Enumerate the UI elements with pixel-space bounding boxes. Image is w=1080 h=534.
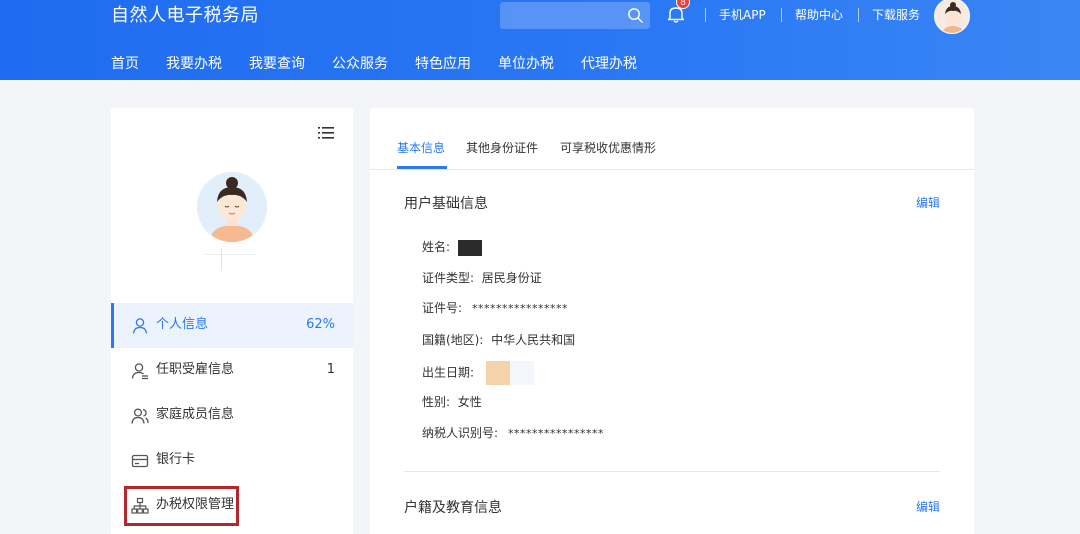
profile-content: 基本信息 其他身份证件 可享税收优惠情形 用户基础信息 编辑 姓名: 证件类型:… bbox=[370, 108, 974, 534]
edit-household-button[interactable]: 编辑 bbox=[916, 498, 940, 516]
search-icon[interactable] bbox=[627, 7, 644, 24]
field-value: 居民身份证 bbox=[481, 271, 542, 285]
field-label: 证件类型: bbox=[422, 271, 475, 285]
field-label: 出生日期: bbox=[422, 365, 475, 380]
download-service-link[interactable]: 下载服务 bbox=[872, 7, 920, 23]
avatar-illustration-icon bbox=[197, 172, 267, 242]
field-taxpayer-id: 纳税人识别号: **************** bbox=[422, 424, 604, 443]
nav-featured-apps[interactable]: 特色应用 bbox=[415, 54, 471, 74]
field-label: 纳税人识别号: bbox=[422, 426, 499, 440]
completion-percent: 62% bbox=[306, 317, 335, 332]
field-value: 女性 bbox=[457, 395, 482, 409]
avatar-illustration-icon bbox=[935, 0, 969, 33]
section-title-basic: 用户基础信息 bbox=[404, 196, 488, 212]
nav-unit-tax[interactable]: 单位办税 bbox=[498, 54, 554, 74]
top-header: 自然人电子税务局 8 手机APP 帮助中心 下载服务 首页 我要办税 我要查询 … bbox=[0, 0, 1080, 80]
user-avatar[interactable] bbox=[934, 0, 970, 34]
active-tab-indicator bbox=[397, 166, 447, 169]
field-label: 性别: bbox=[422, 395, 451, 409]
field-gender: 性别: 女性 bbox=[422, 393, 482, 411]
name-placeholder-tick bbox=[221, 248, 222, 270]
tab-basic-info[interactable]: 基本信息 bbox=[397, 139, 445, 157]
tab-tax-benefits[interactable]: 可享税收优惠情形 bbox=[560, 139, 656, 157]
user-employment-icon bbox=[131, 363, 148, 380]
nav-do-tax[interactable]: 我要办税 bbox=[166, 54, 222, 74]
redacted-birth-date bbox=[510, 361, 535, 385]
field-nationality: 国籍(地区): 中华人民共和国 bbox=[422, 331, 575, 349]
family-icon bbox=[131, 408, 149, 424]
menu-list-icon[interactable] bbox=[318, 126, 334, 140]
field-id-number: 证件号: **************** bbox=[422, 299, 568, 318]
mobile-app-link[interactable]: 手机APP bbox=[719, 7, 766, 23]
nav-agent-tax[interactable]: 代理办税 bbox=[581, 54, 637, 74]
section-divider bbox=[404, 471, 940, 472]
bank-card-icon bbox=[131, 454, 149, 468]
field-id-type: 证件类型: 居民身份证 bbox=[422, 269, 542, 287]
header-separator bbox=[781, 8, 782, 22]
field-name: 姓名: bbox=[422, 238, 483, 256]
sidebar-item-label: 个人信息 bbox=[156, 317, 209, 332]
search-input[interactable] bbox=[508, 5, 623, 26]
sidebar-item-label: 家庭成员信息 bbox=[156, 407, 235, 422]
help-center-link[interactable]: 帮助中心 bbox=[795, 7, 843, 23]
sidebar-item-label: 银行卡 bbox=[156, 452, 196, 467]
site-brand[interactable]: 自然人电子税务局 bbox=[111, 4, 259, 28]
sidebar-item-bank-card[interactable]: 银行卡 bbox=[111, 438, 353, 483]
header-separator bbox=[858, 8, 859, 22]
sidebar-item-family[interactable]: 家庭成员信息 bbox=[111, 393, 353, 438]
field-value: **************** bbox=[472, 302, 569, 315]
field-value: 中华人民共和国 bbox=[491, 333, 576, 347]
field-birth-date: 出生日期: bbox=[422, 361, 535, 385]
redacted-birth-date bbox=[486, 361, 511, 385]
sidebar-item-personal-info[interactable]: 个人信息 62% bbox=[111, 303, 353, 348]
header-separator bbox=[705, 8, 706, 22]
name-placeholder-line bbox=[205, 254, 255, 255]
profile-avatar bbox=[197, 172, 267, 242]
info-tabs: 基本信息 其他身份证件 可享税收优惠情形 bbox=[370, 108, 974, 170]
user-icon bbox=[132, 318, 148, 334]
search-box[interactable] bbox=[500, 2, 650, 29]
field-label: 姓名: bbox=[422, 240, 451, 254]
notification-badge: 8 bbox=[676, 0, 690, 9]
sidebar-item-label: 任职受雇信息 bbox=[156, 362, 235, 377]
field-label: 国籍(地区): bbox=[422, 333, 484, 347]
nav-public-service[interactable]: 公众服务 bbox=[332, 54, 388, 74]
nav-query[interactable]: 我要查询 bbox=[249, 54, 305, 74]
nav-home[interactable]: 首页 bbox=[111, 54, 139, 74]
sidebar-item-employment[interactable]: 任职受雇信息 1 bbox=[111, 348, 353, 393]
redacted-name bbox=[458, 239, 483, 256]
tab-other-id[interactable]: 其他身份证件 bbox=[466, 139, 538, 157]
highlight-annotation-box bbox=[124, 486, 239, 526]
section-title-household: 户籍及教育信息 bbox=[404, 500, 502, 516]
sidebar-item-count: 1 bbox=[326, 362, 335, 377]
field-label: 证件号: bbox=[422, 301, 463, 315]
field-value: **************** bbox=[508, 427, 605, 440]
profile-sidebar: 个人信息 62% 任职受雇信息 1 家庭成员信息 银行卡 办税权限管理 bbox=[111, 108, 353, 534]
edit-basic-button[interactable]: 编辑 bbox=[916, 194, 940, 212]
